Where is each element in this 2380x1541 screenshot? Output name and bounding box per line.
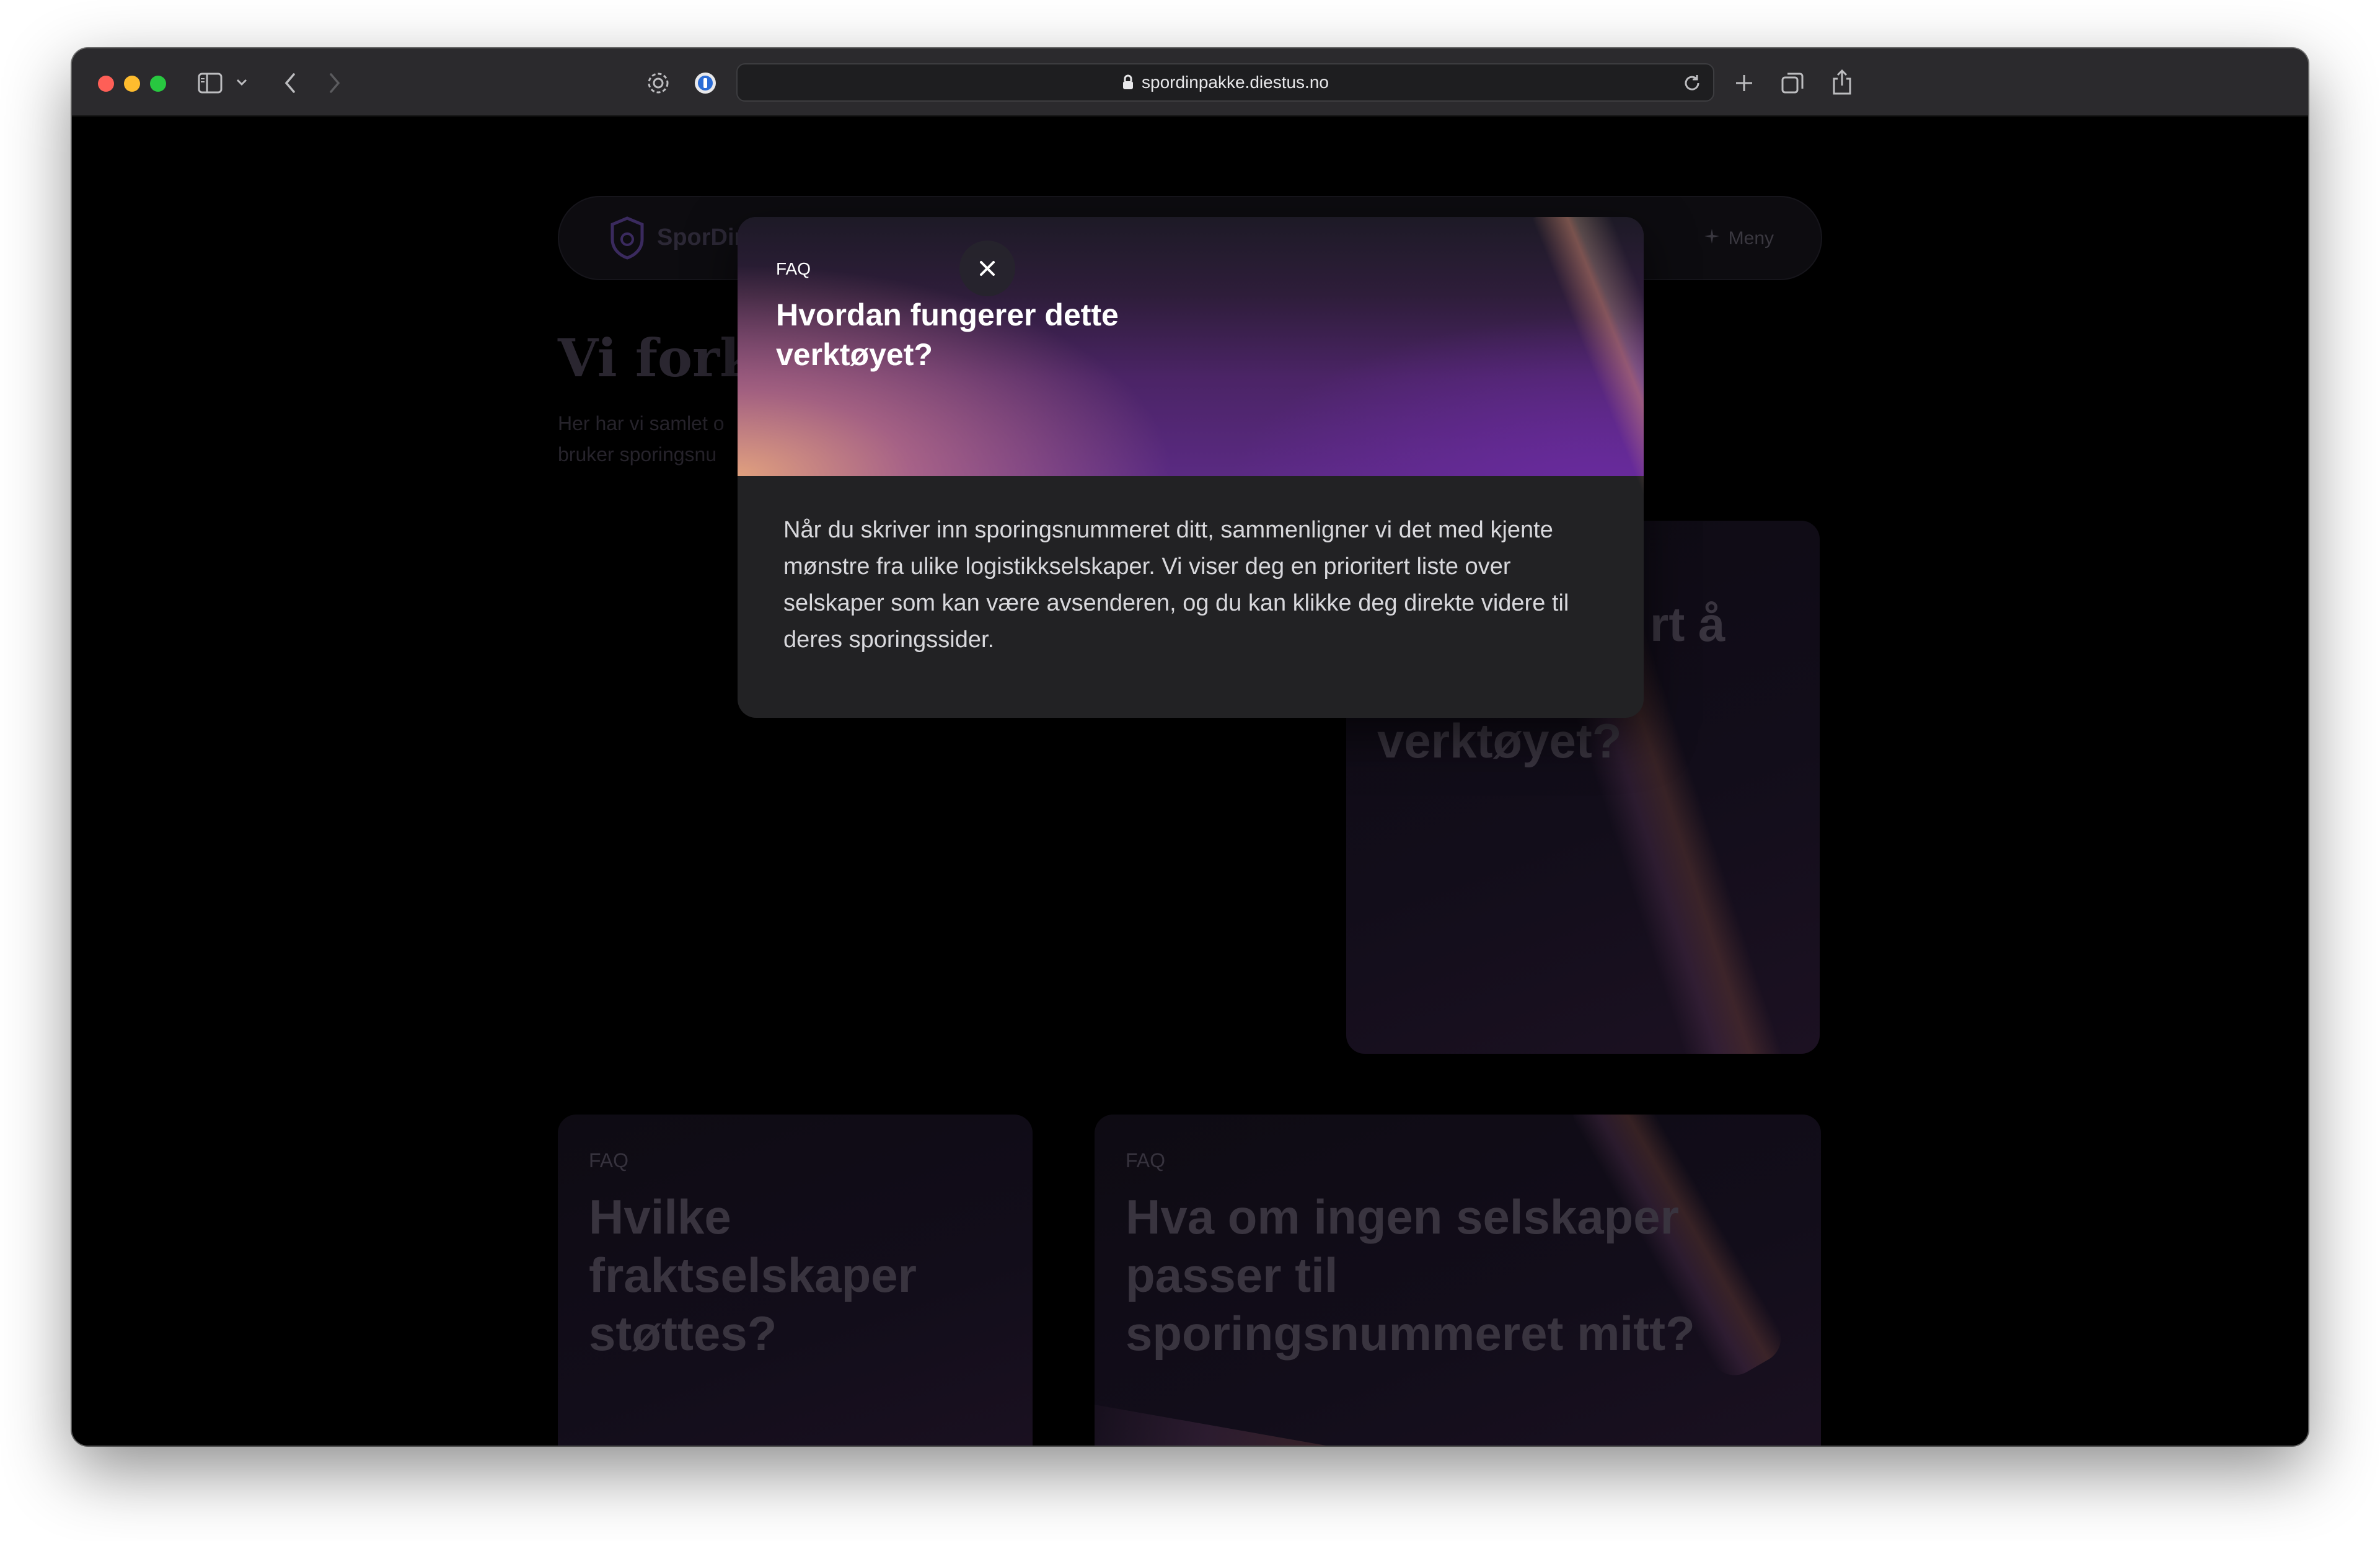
menu-button[interactable]: Meny xyxy=(1704,228,1774,249)
close-window-button[interactable] xyxy=(98,76,114,92)
faq-card-title-line: passer til xyxy=(1126,1248,1338,1302)
faq-card-title-line: sporingsnummeret mitt? xyxy=(1126,1306,1695,1361)
faq-card-title: Hvilke fraktselskaper støttes? xyxy=(589,1188,917,1362)
modal-close-button[interactable] xyxy=(959,241,1015,296)
forward-icon[interactable] xyxy=(324,71,346,95)
lock-icon xyxy=(1122,74,1134,91)
settings-icon[interactable] xyxy=(645,69,672,97)
faq-card[interactable]: FAQ Hva om ingen selskaper passer til sp… xyxy=(1095,1115,1821,1446)
browser-window: spordinpakke.diestus.no SporDin Meny Vi … xyxy=(72,48,2308,1446)
address-bar[interactable]: spordinpakke.diestus.no xyxy=(736,63,1714,102)
brand-name[interactable]: SporDin xyxy=(657,224,749,251)
faq-card-title-line: fraktselskaper xyxy=(589,1248,917,1302)
share-icon[interactable] xyxy=(1828,67,1856,98)
minimize-window-button[interactable] xyxy=(124,76,140,92)
faq-card-title: Hva om ingen selskaper passer til sporin… xyxy=(1126,1188,1695,1362)
faq-modal: FAQ Hvordan fungerer dette verktøyet? Nå… xyxy=(738,217,1644,718)
modal-tag: FAQ xyxy=(776,259,811,278)
faq-card-title-line: støttes? xyxy=(589,1306,777,1361)
faq-card-title-line: Hva om ingen selskaper xyxy=(1126,1190,1680,1244)
back-icon[interactable] xyxy=(279,71,301,95)
faq-card-title-line: Hvilke xyxy=(589,1190,731,1244)
modal-title-line: verktøyet? xyxy=(776,337,933,372)
url-text: spordinpakke.diestus.no xyxy=(1142,73,1329,92)
browser-toolbar: spordinpakke.diestus.no xyxy=(72,48,2308,117)
modal-title: Hvordan fungerer dette verktøyet? xyxy=(776,295,1235,374)
tabs-icon[interactable] xyxy=(1779,69,1806,97)
password-icon[interactable] xyxy=(692,69,719,97)
card-glow xyxy=(1095,1399,1493,1446)
faq-card[interactable]: FAQ Hvilke fraktselskaper støttes? xyxy=(558,1115,1033,1446)
sparkle-icon xyxy=(1704,228,1720,249)
faq-card-tag: FAQ xyxy=(589,1149,629,1172)
modal-header: FAQ Hvordan fungerer dette verktøyet? xyxy=(738,217,1644,541)
modal-glow xyxy=(1532,217,1644,541)
sidebar-icon[interactable] xyxy=(196,71,224,95)
menu-label: Meny xyxy=(1728,228,1774,249)
logo-shield-icon[interactable] xyxy=(610,216,645,260)
zoom-window-button[interactable] xyxy=(150,76,166,92)
modal-title-line: Hvordan fungerer dette xyxy=(776,298,1119,332)
faq-card-tag: FAQ xyxy=(1126,1149,1166,1172)
modal-body: Når du skriver inn sporingsnummeret ditt… xyxy=(783,517,1569,653)
chevron-down-icon[interactable] xyxy=(234,74,249,91)
page-viewport: SporDin Meny Vi forkla Her har vi samlet… xyxy=(72,117,2308,1446)
faq-card-title: verktøyet? xyxy=(1377,713,1622,768)
reload-icon[interactable] xyxy=(1682,73,1702,93)
faq-card-title: rt å xyxy=(1650,597,1726,651)
close-icon xyxy=(978,259,997,278)
plus-icon[interactable] xyxy=(1730,69,1758,97)
